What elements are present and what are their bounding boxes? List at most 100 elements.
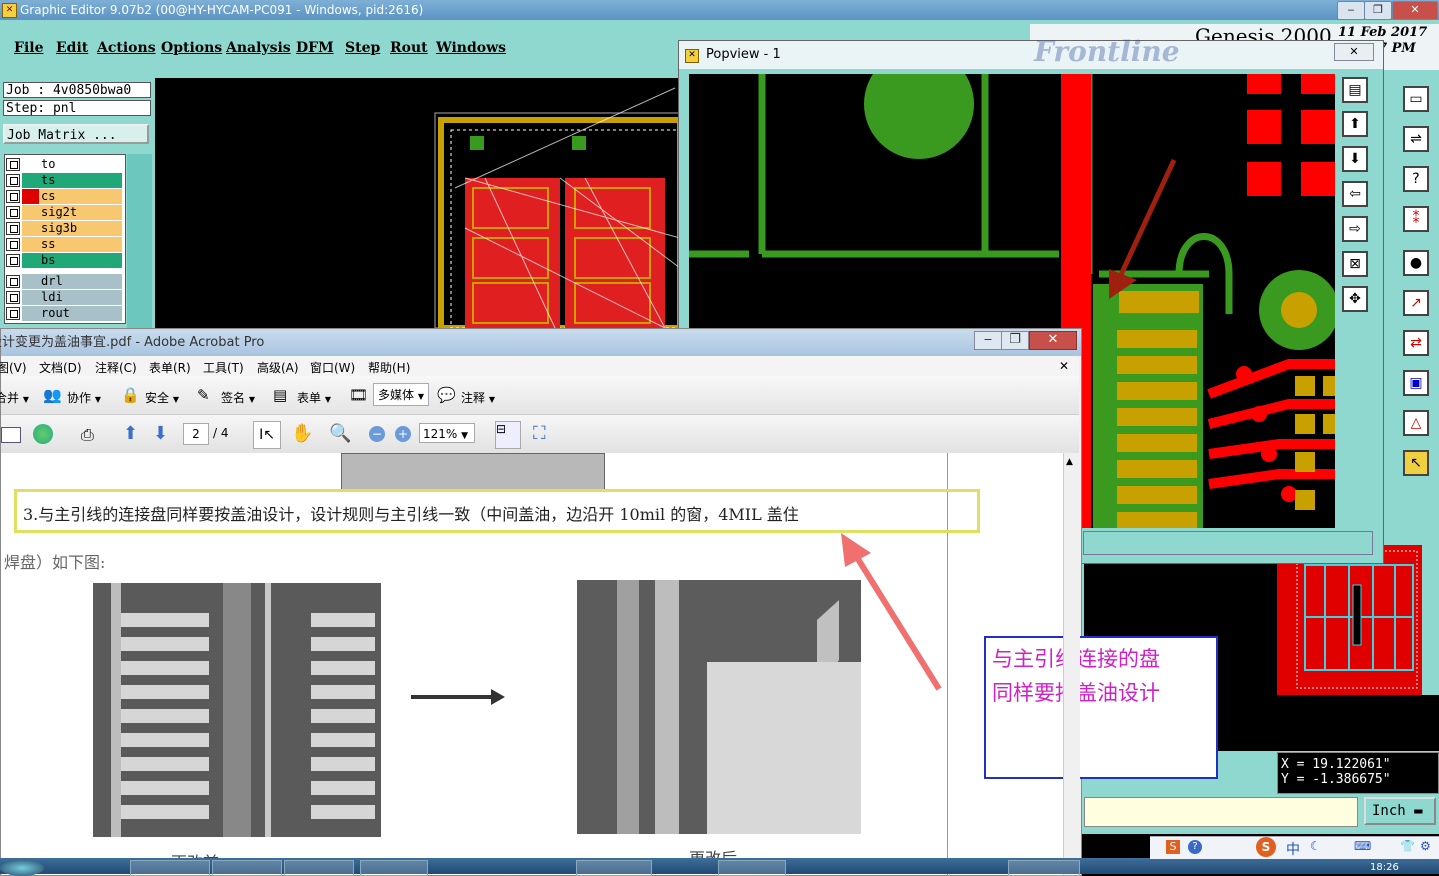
layer-color-swatch[interactable] xyxy=(22,290,39,305)
tool-icon-2[interactable]: ⇌ xyxy=(1403,126,1429,152)
layer-checkbox[interactable] xyxy=(6,174,20,187)
acrobat-maximize-button[interactable]: ❐ xyxy=(1001,331,1029,350)
menu-dfm[interactable]: DFM xyxy=(296,40,334,56)
layer-row-drl[interactable]: drl xyxy=(6,274,122,289)
layer-checkbox[interactable] xyxy=(6,275,20,288)
pop-tool-left-icon[interactable]: ⇦ xyxy=(1342,181,1368,207)
pop-tool-zoom-in-icon[interactable]: ⊠ xyxy=(1342,251,1368,277)
minimize-button[interactable]: ‒ xyxy=(1337,1,1365,20)
acrobat-menu-item[interactable]: 注释(C) xyxy=(95,359,137,376)
tool-icon-7[interactable]: ⇄ xyxy=(1403,330,1429,356)
next-page-icon[interactable]: ⬇ xyxy=(153,423,168,444)
layer-color-swatch[interactable] xyxy=(22,221,39,236)
sogou-icon[interactable]: S xyxy=(1256,837,1276,857)
popview-close-button[interactable]: ✕ xyxy=(1334,43,1374,61)
layer-checkbox[interactable] xyxy=(6,158,20,171)
ime-bar[interactable]: S ? S 中 ☾ ⌨ 👕 ⚙ xyxy=(1150,836,1439,859)
page-icon[interactable] xyxy=(1,427,21,443)
shirt-icon[interactable]: 👕 xyxy=(1400,839,1415,853)
layer-checkbox[interactable] xyxy=(6,222,20,235)
acrobat-menu-item[interactable]: 窗口(W) xyxy=(310,359,355,376)
layer-row-ss[interactable]: ss xyxy=(6,237,122,252)
globe-icon[interactable] xyxy=(33,424,53,444)
acrobat-doc-close-icon[interactable]: ✕ xyxy=(1059,359,1069,373)
acrobat-menu-item[interactable]: 表单(R) xyxy=(149,359,191,376)
pop-tool-right-icon[interactable]: ⇨ xyxy=(1342,216,1368,242)
pop-tool-zoom-out-icon[interactable]: ✥ xyxy=(1342,286,1368,312)
layer-row-rout[interactable]: rout xyxy=(6,306,122,321)
hand-tool-icon[interactable]: ✋ xyxy=(291,423,313,444)
menu-actions[interactable]: Actions xyxy=(97,40,156,56)
menu-rout[interactable]: Rout xyxy=(390,40,428,56)
zoom-in-button[interactable]: + xyxy=(395,426,411,442)
layer-row-sig3b[interactable]: sig3b xyxy=(6,221,122,236)
layer-checkbox[interactable] xyxy=(6,190,20,203)
close-button[interactable]: ✕ xyxy=(1392,1,1438,20)
tool-icon-4[interactable]: ⁑ xyxy=(1403,206,1429,232)
layer-checkbox[interactable] xyxy=(6,254,20,267)
layer-row-ldi[interactable]: ldi xyxy=(6,290,122,305)
layer-color-swatch[interactable] xyxy=(22,253,39,268)
ime-mode[interactable]: 中 xyxy=(1286,839,1300,859)
layer-row-bs[interactable]: bs xyxy=(6,253,122,268)
tool-icon-10[interactable]: ↖ xyxy=(1403,450,1429,476)
moon-icon[interactable]: ☾ xyxy=(1310,839,1321,853)
scroll-up-icon[interactable]: ▲ xyxy=(1066,457,1073,467)
right-canvas-lower[interactable] xyxy=(1277,695,1439,751)
mini-board-view[interactable] xyxy=(1277,545,1422,695)
maximize-button[interactable]: ❐ xyxy=(1364,1,1392,20)
ime-help-icon[interactable]: ? xyxy=(1188,840,1202,854)
layer-checkbox[interactable] xyxy=(6,206,20,219)
menu-edit[interactable]: Edit xyxy=(56,40,88,56)
layer-checkbox[interactable] xyxy=(6,307,20,320)
acrobat-menu-item[interactable]: 文档(D) xyxy=(39,359,82,376)
layer-color-swatch[interactable] xyxy=(22,189,39,204)
prev-page-icon[interactable]: ⬆ xyxy=(123,423,138,444)
command-input[interactable] xyxy=(1084,797,1358,827)
keyboard-icon[interactable]: ⌨ xyxy=(1354,839,1371,853)
units-button[interactable]: Inch ▬ xyxy=(1364,797,1436,825)
layer-color-swatch[interactable] xyxy=(22,157,39,172)
acrobat-menu-item[interactable]: 高级(A) xyxy=(257,359,299,376)
tool-icon-9[interactable]: △ xyxy=(1403,410,1429,436)
fit-width-icon[interactable]: ⊟ xyxy=(495,421,521,449)
fit-page-icon[interactable]: ⛶ xyxy=(533,423,546,444)
tool-icon-8[interactable]: ▣ xyxy=(1403,370,1429,396)
help-icon[interactable]: ? xyxy=(1403,166,1429,192)
layer-color-swatch[interactable] xyxy=(22,237,39,252)
pop-tool-fit-icon[interactable]: ▤ xyxy=(1342,77,1368,103)
layer-color-swatch[interactable] xyxy=(22,306,39,321)
layer-color-swatch[interactable] xyxy=(22,274,39,289)
layer-row-to[interactable]: to xyxy=(6,157,122,172)
layer-row-sig2t[interactable]: sig2t xyxy=(6,205,122,220)
pop-tool-down-icon[interactable]: ⬇ xyxy=(1342,146,1368,172)
layer-color-swatch[interactable] xyxy=(22,205,39,220)
layer-row-cs[interactable]: cs xyxy=(6,189,122,204)
pop-tool-up-icon[interactable]: ⬆ xyxy=(1342,111,1368,137)
menu-analysis[interactable]: Analysis xyxy=(226,40,291,56)
toolbar-button[interactable]: 签名 ▼ xyxy=(221,389,255,406)
toolbar-button[interactable]: 注释 ▼ xyxy=(461,389,495,406)
layer-checkbox[interactable] xyxy=(6,238,20,251)
layer-checkbox[interactable] xyxy=(6,291,20,304)
menu-file[interactable]: File xyxy=(14,40,43,56)
acrobat-minimize-button[interactable]: ‒ xyxy=(974,331,1002,350)
vertical-scrollbar[interactable]: ▲ xyxy=(1063,453,1080,875)
ime-s-icon[interactable]: S xyxy=(1166,840,1180,854)
document-view[interactable]: 3.与主引线的连接盘同样要按盖油设计，设计规则与主引线一致（中间盖油，边沿开 1… xyxy=(1,453,1218,875)
acrobat-menu-item[interactable]: 帮助(H) xyxy=(368,359,410,376)
menu-options[interactable]: Options xyxy=(161,40,222,56)
layer-color-swatch[interactable] xyxy=(22,173,39,188)
tool-icon-6[interactable]: ↗ xyxy=(1403,290,1429,316)
settings-icon[interactable]: ⚙ xyxy=(1420,839,1431,853)
toolbar-button[interactable]: 安全 ▼ xyxy=(145,389,179,406)
tool-icon-1[interactable]: ▭ xyxy=(1403,86,1429,112)
toolbar-button[interactable]: 协作 ▼ xyxy=(67,389,101,406)
acrobat-menu-item[interactable]: 图(V) xyxy=(0,359,27,376)
print-icon[interactable]: ⎙ xyxy=(81,425,94,445)
zoom-out-button[interactable]: − xyxy=(369,426,385,442)
select-tool-icon[interactable]: I↖ xyxy=(253,421,281,449)
toolbar-button[interactable]: 合并 ▼ xyxy=(0,389,29,406)
acrobat-menu-item[interactable]: 工具(T) xyxy=(203,359,244,376)
layer-row-ts[interactable]: ts xyxy=(6,173,122,188)
